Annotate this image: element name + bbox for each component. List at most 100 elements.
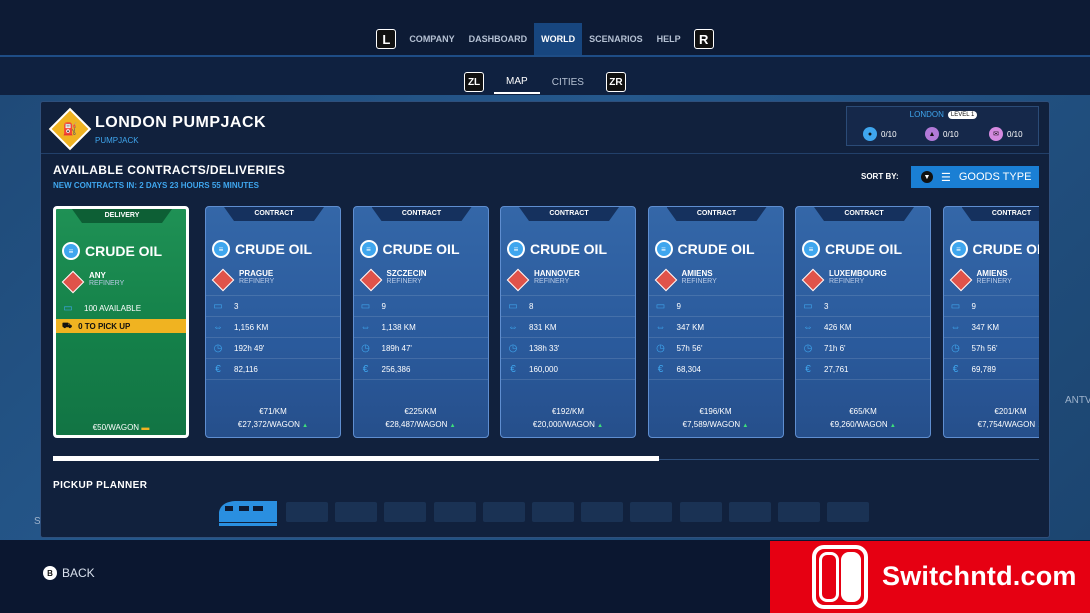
delivery-card[interactable]: DELIVERY ≡ CRUDE OIL ANY REFINERY ▭ 100 AVA… [53,206,189,438]
contract-value: 69,789 [971,364,996,374]
wagon-count: 3 [824,301,829,311]
nav-company[interactable]: COMPANY [402,23,461,55]
r-button[interactable]: R [693,29,714,49]
contract-card[interactable]: CONTRACT ≡ CRUDE OIL HANNOVER REFINERY ▭ 8 … [500,206,636,438]
b-button-icon: B [43,566,57,580]
tab-cities[interactable]: CITIES [540,70,596,94]
euro-icon: € [952,363,959,375]
contract-card[interactable]: CONTRACT ≡ CRUDE OIL SZCZECIN REFINERY ▭ 9 … [352,206,489,438]
clock-icon: ◷ [361,342,370,354]
page-title: LONDON PUMPJACK [95,114,267,131]
dest-type: REFINERY [89,280,125,287]
contract-card[interactable]: CONTRACT ≡CRUDE OIL AMIENSREFINERY ▭ 9 ⇔ 3… [647,206,784,438]
contract-scrollbar[interactable] [53,456,1039,461]
zl-button[interactable]: ZL [464,72,485,92]
contract-card[interactable]: CONTRACT ≡CRUDE OIL AMIENSREFINERY ▭ 9 ⇔ 3… [942,206,1040,438]
sort-button[interactable]: ▼ ☰ GOODS TYPE [911,166,1039,188]
tab-map[interactable]: MAP [494,70,540,94]
sort-label: SORT BY: [861,172,899,181]
clock-icon: ◷ [656,342,665,354]
wagon-slot[interactable] [532,502,574,522]
dest-type: REFINERY [239,278,275,285]
distance: 347 KM [676,322,705,332]
watermark: Switchntd.com [770,541,1090,613]
wagon-slot[interactable] [384,502,427,522]
wagon-slot[interactable] [679,502,722,522]
wagon-slot[interactable] [335,502,378,522]
dest-city: LUXEMBOURG [829,269,887,278]
distance-icon: ⇔ [360,321,371,333]
pumpjack-icon: ⛽ [48,107,92,151]
nav-help[interactable]: HELP [650,23,688,55]
refinery-icon [801,268,825,292]
clock-icon: ◷ [803,342,813,354]
arrow-up-icon: ▲ [302,423,309,429]
industry-panel: ⛽ LONDON PUMPJACK PUMPJACK LONDON LEVEL 1… [40,101,1050,538]
wagon-icon: ▭ [655,300,666,312]
travel-time: 189h 47' [381,343,412,353]
distance-icon: ⇔ [803,321,813,333]
price-per-wagon: €20,000/WAGON [532,420,595,429]
euro-icon: € [657,363,664,375]
scroll-thumb[interactable] [53,456,659,461]
price-per-wagon: €7,754/WAGON [977,420,1036,429]
wagon-count: 8 [529,301,534,311]
nav-scenarios[interactable]: SCENARIOS [582,23,650,55]
distance: 831 KM [529,322,557,332]
price-per-wagon: €28,487/WAGON [385,420,448,429]
industry-type: PUMPJACK [95,136,139,145]
wagon-slot[interactable] [630,502,673,522]
back-button[interactable]: B BACK [43,566,95,580]
price-per-wagon-row: €28,487/WAGON ▲ [354,420,488,429]
distance-icon: ⇔ [213,321,223,333]
contract-card[interactable]: CONTRACT ≡ CRUDE OIL LUXEMBOURG REFINERY ▭… [795,206,931,438]
wagon-count: 9 [676,301,681,311]
mail-icon: ✉ [989,127,1003,141]
nav-world[interactable]: WORLD [534,23,583,55]
map-label-antwerp: ANTV [1065,395,1090,406]
cargo-name: CRUDE OIL [677,241,755,257]
available-count: 100 AVAILABLE [84,303,142,313]
travel-time: 57h 56' [676,343,703,353]
cargo-name: CRUDE OIL [972,241,1040,257]
sort-icon: ☰ [941,171,951,184]
wagon-slot[interactable] [581,502,624,522]
passenger-icon: ▲ [925,127,939,141]
wagon-slot[interactable] [728,502,771,522]
stat-2: 0/10 [943,129,959,139]
zr-button[interactable]: ZR [605,72,626,92]
dest-type: REFINERY [386,278,422,285]
cargo-name: CRUDE OIL [382,241,460,257]
clock-icon: ◷ [213,342,223,354]
wagon-slot[interactable] [482,502,525,522]
city-info[interactable]: LONDON LEVEL 1 ● 0/10 ▲ 0/10 ✉ 0/10 [846,106,1039,146]
wagon-slot[interactable] [286,502,328,522]
pickup-count: 0 TO PICK UP [78,321,131,331]
oil-icon: ≡ [359,240,378,258]
price-per-wagon-row: €7,589/WAGON ▲ [649,420,783,429]
contract-card[interactable]: CONTRACT ≡ CRUDE OIL PRAGUE REFINERY ▭ 3 ⇔ 1… [205,206,341,438]
dest-type: REFINERY [534,278,570,285]
contract-value: 82,116 [234,364,258,374]
nav-dashboard[interactable]: DASHBOARD [462,23,535,55]
price-per-km: €201/KM [994,407,1027,416]
distance-icon: ⇔ [655,321,666,333]
distance-icon: ⇔ [950,321,961,333]
cargo-name: CRUDE OIL [85,243,162,259]
dest-type: REFINERY [976,278,1012,285]
cargo-name: CRUDE OIL [235,241,312,257]
l-button[interactable]: L [376,29,397,49]
arrow-up-icon: ▲ [449,423,456,429]
wagon-slot[interactable] [778,502,820,522]
price-per-wagon: €50/WAGON ▬ [56,423,186,432]
wagon-slot[interactable] [827,502,870,522]
wagon-slot[interactable] [433,502,476,522]
dest-type: REFINERY [681,278,717,285]
price-per-wagon-row: €20,000/WAGON ▲ [501,420,635,429]
oil-icon: ≡ [802,240,820,258]
new-contracts-timer: NEW CONTRACTS IN: 2 DAYS 23 HOURS 55 MIN… [53,181,259,190]
card-tag: CONTRACT [961,207,1039,221]
cargo-name: CRUDE OIL [825,241,902,257]
stat-1: 0/10 [881,129,897,139]
clock-icon: ◷ [951,342,960,354]
